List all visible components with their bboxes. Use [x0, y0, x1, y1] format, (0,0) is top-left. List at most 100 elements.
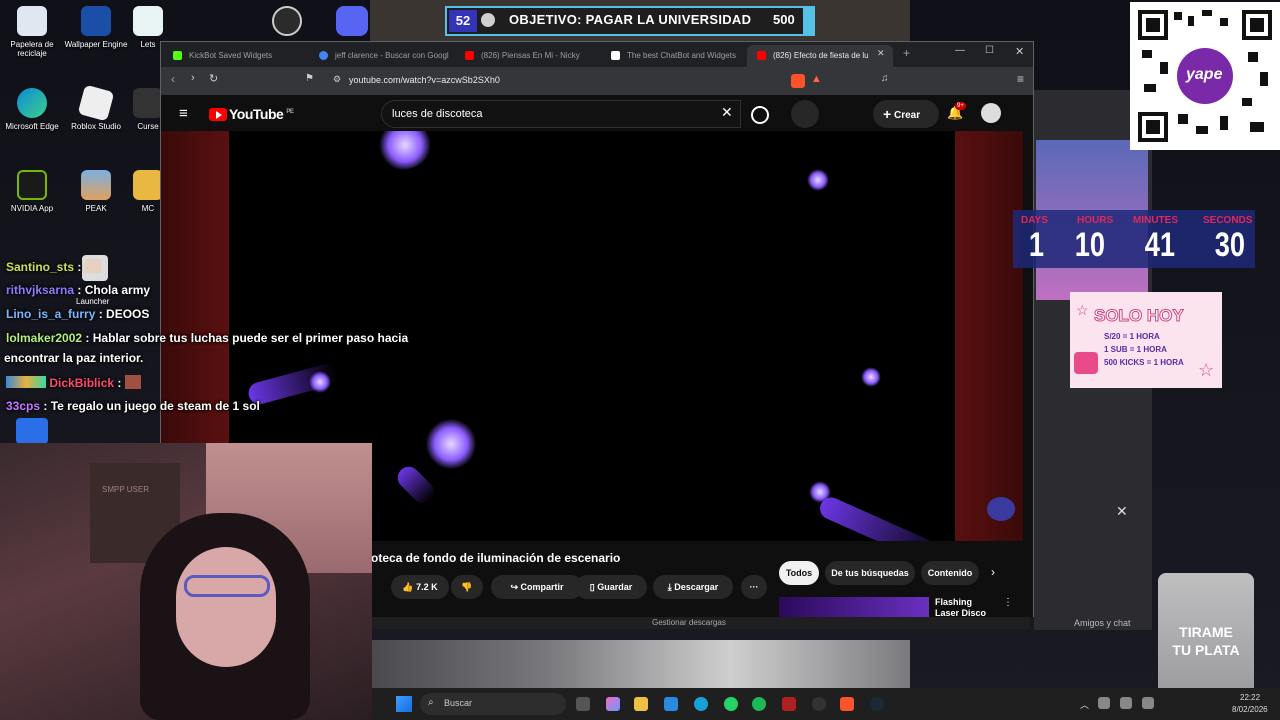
yape-qr-code: yape [1130, 2, 1280, 150]
glasses-icon [184, 575, 270, 597]
chat-message: Santino_sts : [6, 259, 101, 274]
taskbar-search[interactable]: ⌕ Buscar [420, 693, 566, 715]
save-button[interactable]: ▯ Guardar [575, 575, 647, 599]
spotify-icon[interactable] [752, 697, 766, 711]
share-button[interactable]: ↪ Compartir [491, 575, 583, 599]
brave-shields-icon[interactable] [791, 74, 805, 88]
copilot-icon[interactable] [606, 697, 620, 711]
dislike-button[interactable]: 👎 [451, 575, 483, 599]
obs-taskbar-icon[interactable] [812, 697, 826, 711]
bookmark-icon[interactable]: ⚑ [305, 73, 314, 84]
subathon-timer: DAYS HOURS MINUTES SECONDS 1 10 41 30 [1013, 210, 1255, 268]
steam-icon[interactable] [870, 697, 884, 711]
roblox-icon[interactable] [16, 418, 48, 444]
stage-light [425, 419, 477, 469]
close-icon[interactable]: ✕ [1116, 503, 1128, 520]
brave-icon[interactable] [840, 697, 854, 711]
suggested-title[interactable]: Flashing Laser Disco [935, 597, 995, 617]
google-icon [319, 51, 328, 60]
avatar[interactable] [981, 103, 1001, 123]
tray-chevron-icon[interactable]: ︿ [1080, 698, 1089, 711]
desktop-icon-peak[interactable]: PEAK [64, 170, 128, 213]
minimize-icon[interactable]: — [955, 45, 965, 56]
search-clear-icon[interactable]: ✕ [721, 104, 733, 121]
curse-icon [133, 88, 163, 118]
site-info-icon[interactable]: ⚙ [333, 74, 341, 85]
kick-icon [173, 51, 182, 60]
clock-time[interactable]: 22:22 [1240, 693, 1260, 702]
edge-taskbar-icon[interactable] [694, 697, 708, 711]
search-icon: ⌕ [428, 697, 434, 708]
download-button[interactable]: ⤓ Descargar [653, 575, 733, 599]
create-button[interactable]: + Crear [873, 100, 939, 128]
search-icon[interactable] [751, 106, 769, 124]
menu-icon[interactable]: ≡ [1017, 72, 1024, 86]
reload-icon[interactable]: ↻ [209, 72, 218, 85]
clock-date[interactable]: 8/02/2026 [1232, 705, 1268, 714]
chat-user: DickBiblick [49, 376, 115, 390]
whatsapp-icon[interactable] [724, 697, 738, 711]
chat-message: 33cps : Te regalo un juego de steam de 1… [6, 399, 260, 413]
folder-icon [133, 170, 163, 200]
chip-de-tus-busquedas[interactable]: De tus búsquedas [825, 561, 915, 585]
promo-title: SOLO HOY [1094, 306, 1185, 326]
chip-contenido[interactable]: Contenido [921, 561, 979, 585]
more-actions-button[interactable]: ··· [741, 575, 767, 599]
back-icon[interactable]: ‹ [171, 72, 175, 86]
manage-downloads-label[interactable]: Gestionar descargas [652, 618, 726, 627]
tab-close-icon[interactable]: ✕ [877, 48, 885, 59]
chip-todos[interactable]: Todos [779, 561, 819, 585]
tab-chatbot[interactable]: The best ChatBot and Widgets [601, 45, 747, 67]
chatbot-icon [611, 51, 620, 60]
tab-efecto[interactable]: (826) Efecto de fiesta de lu [747, 45, 893, 67]
network-icon[interactable] [1120, 697, 1132, 709]
store-icon[interactable] [664, 697, 678, 711]
desktop-icon-recycle-bin[interactable]: Papelera de reciclaje [0, 6, 64, 58]
desktop-icon-roblox-studio[interactable]: Roblox Studio [64, 84, 128, 131]
tray-icon[interactable] [1098, 697, 1110, 709]
obs-icon[interactable] [272, 6, 302, 36]
like-button[interactable]: 👍 7.2 K [391, 575, 449, 599]
channel-watermark-icon[interactable] [987, 497, 1015, 521]
light-beam [393, 462, 439, 508]
webcam-feed: SMPP USER [0, 443, 372, 720]
tab-google[interactable]: jeff clarence - Buscar con Googl [309, 45, 455, 67]
star-icon: ☆ [1076, 302, 1089, 318]
start-icon[interactable] [396, 696, 412, 712]
promo-line: 500 KICKS = 1 HORA [1104, 358, 1184, 367]
hamburger-menu-icon[interactable]: ≡ [179, 105, 188, 122]
voice-search-icon[interactable] [791, 100, 819, 128]
poster-text: SMPP USER [102, 485, 149, 494]
tab-strip: KickBot Saved Widgets jeff clarence - Bu… [161, 42, 1033, 67]
desktop-icon-label: Roblox Studio [71, 122, 121, 131]
youtube-logo[interactable]: YouTube PE [209, 106, 294, 122]
create-label: Crear [893, 110, 921, 121]
extensions-icon[interactable]: ♫ [881, 73, 889, 84]
desktop-icon-label: Papelera de reciclaje [10, 40, 54, 58]
volume-icon[interactable] [1142, 697, 1154, 709]
desktop-icon-nvidia[interactable]: NVIDIA App [0, 170, 64, 213]
timer-seconds-value: 30 [1214, 226, 1246, 264]
chat-user: lolmaker2002 [6, 331, 83, 345]
dota-icon[interactable] [782, 697, 796, 711]
tab-piensas[interactable]: (826) Piensas En Mi - Nicky [455, 45, 601, 67]
maximize-icon[interactable]: ☐ [985, 45, 994, 56]
search-input[interactable]: luces de discoteca [381, 100, 741, 128]
suggested-menu-icon[interactable]: ⋮ [1003, 597, 1013, 608]
tab-kickbot[interactable]: KickBot Saved Widgets [163, 45, 309, 67]
forward-icon[interactable]: › [191, 72, 195, 84]
star-icon: ☆ [1198, 360, 1215, 380]
discord-icon[interactable] [336, 6, 368, 36]
file-explorer-icon[interactable] [634, 697, 648, 711]
suggested-thumbnail[interactable] [779, 597, 929, 617]
desktop-icon-label: Wallpaper Engine [64, 40, 128, 49]
friends-chat-label[interactable]: Amigos y chat [1074, 618, 1131, 628]
desktop-icon-edge[interactable]: Microsoft Edge [0, 88, 64, 131]
url-field[interactable]: ⚙ youtube.com/watch?v=azcwSb2SXh0 [331, 70, 801, 92]
task-view-icon[interactable] [576, 697, 590, 711]
window-close-icon[interactable]: ✕ [1015, 45, 1024, 58]
chips-next-icon[interactable]: › [991, 565, 995, 579]
new-tab-icon[interactable]: + [903, 46, 910, 60]
brave-rewards-icon[interactable]: ▲ [811, 73, 822, 85]
desktop-icon-wallpaper-engine[interactable]: Wallpaper Engine [64, 6, 128, 49]
